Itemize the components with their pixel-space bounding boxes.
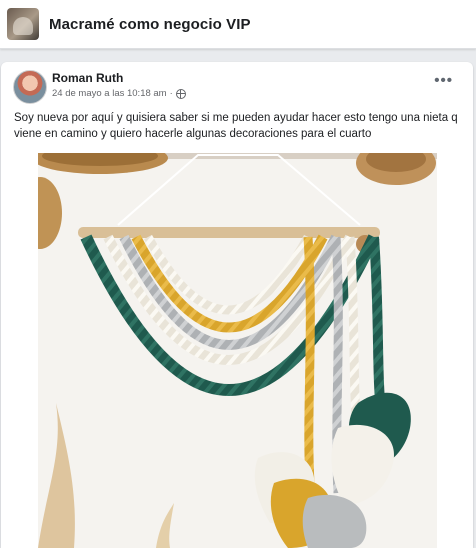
- post-image[interactable]: [38, 153, 437, 548]
- group-title[interactable]: Macramé como negocio VIP: [49, 16, 251, 33]
- group-thumbnail[interactable]: [7, 8, 39, 40]
- more-options-icon[interactable]: •••: [434, 72, 453, 89]
- meta-separator: ·: [169, 88, 173, 99]
- post-text: Soy nueva por aquí y quisiera saber si m…: [14, 112, 458, 140]
- post-card: Roman Ruth 24 de mayo a las 10:18 am · •…: [1, 62, 473, 548]
- macrame-photo: [38, 153, 437, 548]
- author-name[interactable]: Roman Ruth: [52, 71, 123, 85]
- post-meta: 24 de mayo a las 10:18 am ·: [52, 88, 186, 99]
- globe-icon[interactable]: [175, 88, 186, 99]
- post-timestamp[interactable]: 24 de mayo a las 10:18 am: [52, 88, 167, 99]
- author-avatar[interactable]: [13, 70, 47, 104]
- group-header: Macramé como negocio VIP: [0, 0, 476, 49]
